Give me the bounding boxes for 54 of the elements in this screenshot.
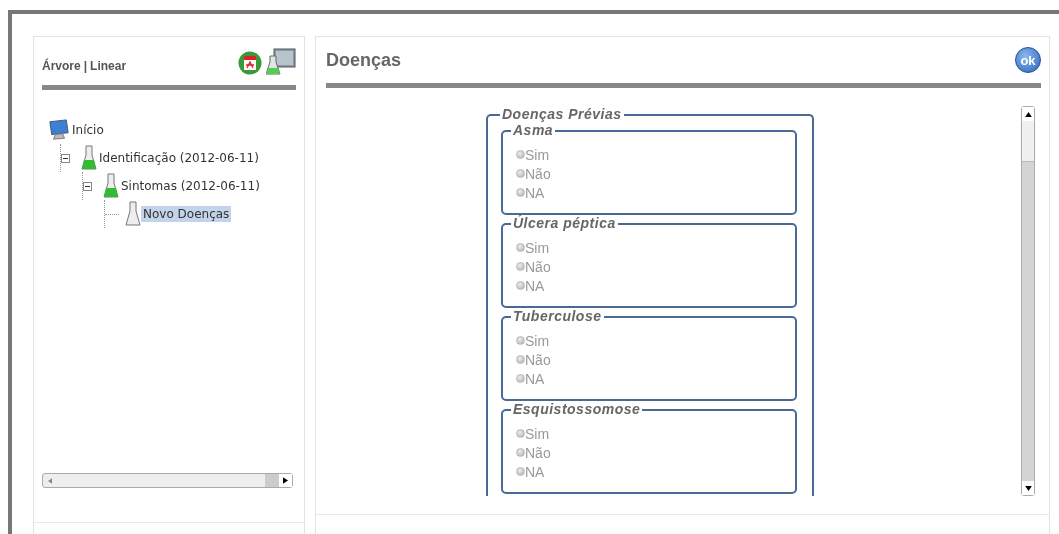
option-label[interactable]: Sim (525, 146, 550, 163)
option-label[interactable]: NA (525, 463, 545, 480)
computer-icon (48, 119, 70, 141)
flask-monitor-icon[interactable] (266, 48, 296, 78)
fieldset-legend: Doenças Prévias (500, 106, 624, 122)
vertical-scrollbar[interactable] (1021, 106, 1035, 496)
option-label[interactable]: Não (525, 258, 551, 275)
radio-button[interactable] (516, 150, 525, 159)
radio-button[interactable] (516, 262, 525, 271)
option-label[interactable]: Sim (525, 425, 550, 442)
radio-button[interactable] (516, 281, 525, 290)
tree-view-link[interactable]: Árvore (42, 59, 81, 73)
option-label[interactable]: Sim (525, 239, 550, 256)
left-arrow-icon[interactable] (47, 477, 52, 484)
option-label[interactable]: Não (525, 165, 551, 182)
question-legend: Úlcera péptica (511, 215, 618, 231)
option-label[interactable]: NA (525, 277, 545, 294)
tree-item[interactable]: Identificação (2012-06-11) (97, 150, 261, 166)
radio-button[interactable] (516, 355, 525, 364)
radio-button[interactable] (516, 374, 525, 383)
down-arrow-icon[interactable] (1024, 485, 1032, 491)
tree-item[interactable]: Sintomas (2012-06-11) (119, 178, 262, 194)
question-legend: Asma (511, 122, 556, 138)
tree-item[interactable]: Início (70, 122, 106, 138)
pdf-icon[interactable] (238, 51, 262, 75)
option-label[interactable]: Não (525, 444, 551, 461)
radio-button[interactable] (516, 243, 525, 252)
flask-icon (103, 173, 119, 199)
option-label[interactable]: NA (525, 370, 545, 387)
option-label[interactable]: Sim (525, 332, 550, 349)
option-label[interactable]: NA (525, 184, 545, 201)
ok-button[interactable]: ok (1015, 47, 1041, 73)
panel-title: Doenças (326, 49, 403, 71)
link-separator: | (83, 59, 88, 73)
radio-button[interactable] (516, 429, 525, 438)
radio-button[interactable] (516, 169, 525, 178)
scrollbar-thumb[interactable] (1022, 121, 1034, 162)
empty-flask-icon (125, 201, 141, 227)
tree-item[interactable]: Novo Doenças (141, 206, 232, 222)
question-legend: Tuberculose (511, 308, 604, 324)
collapse-icon[interactable] (83, 181, 92, 191)
scrollbar-thumb[interactable] (265, 474, 279, 487)
linear-view-link[interactable]: Linear (90, 59, 127, 73)
flask-icon (81, 145, 97, 171)
option-label[interactable]: Não (525, 351, 551, 368)
radio-button[interactable] (516, 467, 525, 476)
collapse-icon[interactable] (61, 153, 70, 163)
question-legend: Esquistossomose (511, 401, 643, 417)
radio-button[interactable] (516, 188, 525, 197)
right-arrow-icon[interactable] (283, 477, 288, 484)
radio-button[interactable] (516, 336, 525, 345)
up-arrow-icon[interactable] (1024, 111, 1032, 117)
radio-button[interactable] (516, 448, 525, 457)
horizontal-scrollbar[interactable] (42, 473, 293, 488)
